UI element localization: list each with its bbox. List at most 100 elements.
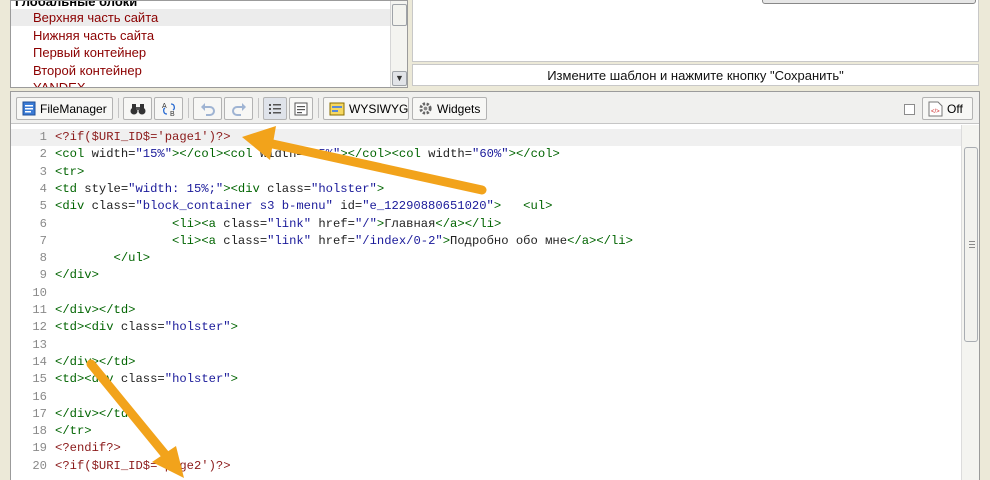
code-line[interactable]: 19 <?endif?> <box>11 440 961 457</box>
block-item-first-container[interactable]: Первый контейнер <box>11 44 391 61</box>
replace-button[interactable]: AB <box>154 97 183 120</box>
redo-button[interactable] <box>224 97 253 120</box>
code-text[interactable]: <li><a class="link" href="/index/0-2">По… <box>55 233 633 250</box>
code-text[interactable]: </tr> <box>55 423 92 440</box>
code-text[interactable]: <td style="width: 15%;"><div class="hols… <box>55 181 384 198</box>
widgets-button[interactable]: Widgets <box>412 97 487 120</box>
code-area[interactable]: 1 <?if($URI_ID$='page1')?> 2 <col width="15… <box>11 125 961 480</box>
code-line[interactable]: 4 <td style="width: 15%;"><div class="hol… <box>11 181 961 198</box>
line-number: 9 <box>39 268 47 283</box>
line-number: 8 <box>39 251 47 266</box>
code-text[interactable]: <col width="15%"></col><col width="25%">… <box>55 146 560 163</box>
gear-icon <box>419 102 432 115</box>
code-line[interactable]: 2 <col width="15%"></col><col width="25%"… <box>11 146 961 163</box>
code-text[interactable]: <td><div class="holster"> <box>55 371 238 388</box>
code-line[interactable]: 8 </ul> <box>11 250 961 267</box>
code-line[interactable]: 16 <box>11 389 961 406</box>
code-line[interactable]: 13 <box>11 337 961 354</box>
code-text[interactable]: </div></td> <box>55 406 136 423</box>
line-number: 6 <box>39 216 47 231</box>
off-button[interactable]: </> Off <box>922 97 973 120</box>
code-line[interactable]: 10 <box>11 285 961 302</box>
line-number: 2 <box>39 147 47 162</box>
code-line[interactable]: 7 <li><a class="link" href="/index/0-2">… <box>11 233 961 250</box>
block-item-second-container[interactable]: Второй контейнер <box>11 62 391 79</box>
replace-icon: AB <box>162 103 175 117</box>
off-checkbox[interactable] <box>904 104 915 115</box>
line-number: 11 <box>32 303 47 317</box>
code-line[interactable]: 6 <li><a class="link" href="/">Главная</… <box>11 216 961 233</box>
line-number: 17 <box>32 406 47 421</box>
line-number: 14 <box>32 354 47 369</box>
code-text[interactable]: </div> <box>55 267 99 284</box>
code-line[interactable]: 12 <td><div class="holster"> <box>11 319 961 336</box>
code-line[interactable]: 9 </div> <box>11 267 961 284</box>
line-number: 13 <box>32 337 47 352</box>
code-scroll-thumb[interactable] <box>964 147 978 342</box>
code-line[interactable]: 1 <?if($URI_ID$='page1')?> <box>11 129 961 146</box>
code-view-button[interactable] <box>289 97 313 120</box>
code-line[interactable]: 17 </div></td> <box>11 406 961 423</box>
off-label: Off <box>947 101 963 116</box>
editor-window: Глобальные блоки Верхняя часть сайта Ниж… <box>0 0 990 480</box>
undo-button[interactable] <box>193 97 222 120</box>
line-number: 20 <box>32 458 47 473</box>
blocks-scrollbar[interactable]: ▼ <box>390 1 407 87</box>
svg-text:</>: </> <box>931 109 940 115</box>
line-number: 12 <box>32 320 47 335</box>
code-line[interactable]: 11 </div></td> <box>11 302 961 319</box>
code-line[interactable]: 5 <div class="block_container s3 b-menu" … <box>11 198 961 215</box>
code-text[interactable]: <?if($URI_ID$='page2')?> <box>55 458 231 475</box>
wysiwyg-button[interactable]: WYSIWYG <box>323 97 409 120</box>
template-preview-area <box>412 0 979 62</box>
widgets-label: Widgets <box>437 101 481 116</box>
toolbar-separator <box>118 98 119 118</box>
redo-icon <box>231 102 246 116</box>
toolbar-separator <box>318 98 319 118</box>
code-scrollbar[interactable] <box>961 125 979 480</box>
code-text[interactable]: <li><a class="link" href="/">Главная</a>… <box>55 216 501 233</box>
blocks-scroll-thumb[interactable] <box>392 4 407 26</box>
code-line[interactable]: 18 </tr> <box>11 423 961 440</box>
toolbar-separator <box>258 98 259 118</box>
line-number: 16 <box>32 389 47 404</box>
code-text[interactable]: <td><div class="holster"> <box>55 319 238 336</box>
code-text[interactable]: <?endif?> <box>55 440 121 457</box>
line-number: 15 <box>32 372 47 387</box>
code-text[interactable]: </div></td> <box>55 302 136 319</box>
html-file-icon: </> <box>928 101 943 116</box>
line-numbers-button[interactable] <box>263 97 287 120</box>
line-number: 10 <box>32 285 47 300</box>
binoculars-icon <box>130 103 145 114</box>
svg-text:B: B <box>170 111 175 117</box>
block-item-top[interactable]: Верхняя часть сайта <box>11 9 391 26</box>
code-text[interactable]: <tr> <box>55 164 84 181</box>
restore-template-button[interactable] <box>762 0 976 4</box>
code-line[interactable]: 20 <?if($URI_ID$='page2')?> <box>11 458 961 475</box>
code-text[interactable]: </ul> <box>55 250 151 267</box>
filemanager-icon <box>22 101 36 116</box>
filemanager-button[interactable]: FileManager <box>16 97 113 120</box>
wysiwyg-label: WYSIWYG <box>349 101 409 116</box>
line-number: 19 <box>32 441 47 456</box>
toolbar-separator <box>188 98 189 118</box>
code-editor: FileManager AB WYSIWYG Widgets </> Off 1… <box>10 91 980 480</box>
line-numbers-icon <box>269 103 281 114</box>
filemanager-label: FileManager <box>40 101 107 116</box>
line-number: 18 <box>32 424 47 439</box>
search-button[interactable] <box>123 97 152 120</box>
code-line[interactable]: 15 <td><div class="holster"> <box>11 371 961 388</box>
code-text[interactable]: <?if($URI_ID$='page1')?> <box>55 129 231 146</box>
global-blocks-header: Глобальные блоки <box>15 0 138 9</box>
line-number: 4 <box>39 181 47 196</box>
code-line[interactable]: 3 <tr> <box>11 164 961 181</box>
code-text[interactable]: <div class="block_container s3 b-menu" i… <box>55 198 552 215</box>
code-line[interactable]: 14 </div></td> <box>11 354 961 371</box>
code-text[interactable]: </div></td> <box>55 354 136 371</box>
line-number: 3 <box>39 164 47 179</box>
wysiwyg-icon <box>329 102 345 115</box>
block-item-bottom[interactable]: Нижняя часть сайта <box>11 27 391 44</box>
block-item-yandex[interactable]: YANDEX <box>11 79 391 87</box>
blocks-scroll-down-icon[interactable]: ▼ <box>392 71 407 86</box>
global-blocks-panel: Глобальные блоки Верхняя часть сайта Ниж… <box>10 0 408 88</box>
